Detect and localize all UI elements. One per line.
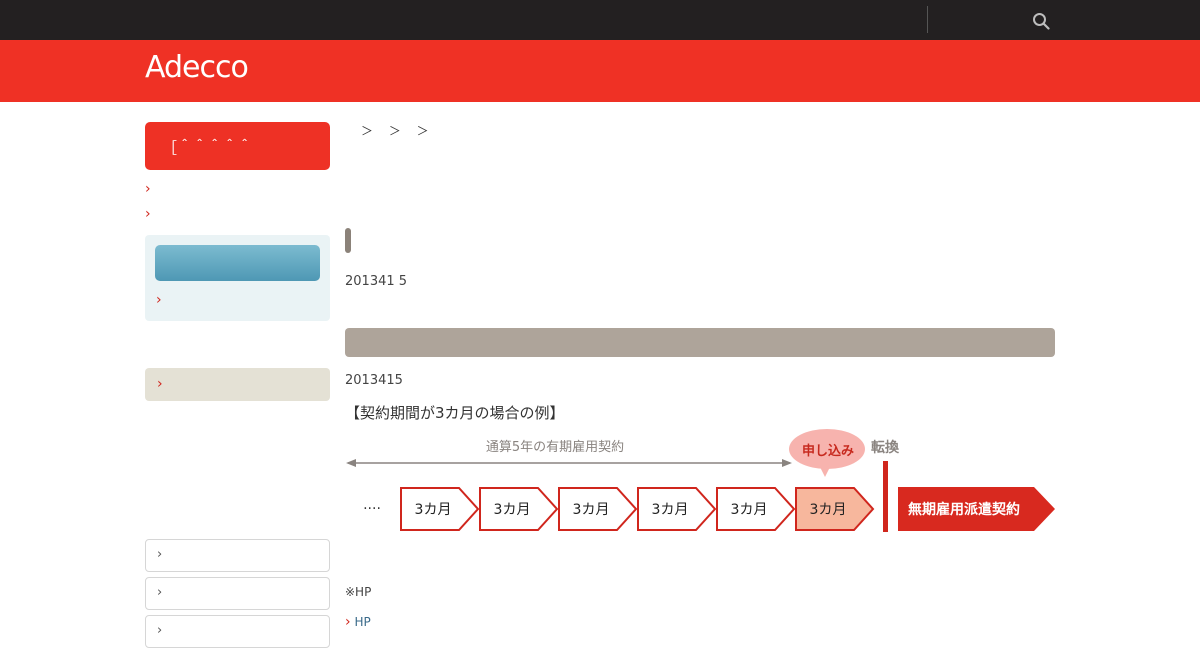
result-label: 無期雇用派遣契約: [908, 501, 1020, 518]
hp-link-label[interactable]: HP: [354, 615, 370, 629]
sidebar-link-1[interactable]: ›: [145, 181, 330, 201]
heading-accent-bar: [345, 228, 351, 253]
chevron-right-icon: ›: [157, 376, 163, 392]
chevron-right-icon: ›: [345, 614, 351, 630]
conversion-divider: [883, 461, 888, 532]
arrow-right-icon: [782, 459, 792, 467]
sidebar-beige-item[interactable]: ›: [145, 368, 330, 401]
section-heading-bar: [345, 328, 1055, 357]
apply-label: 申し込み: [802, 443, 854, 459]
hp-link[interactable]: › HP: [345, 614, 371, 630]
sidebar-link-2[interactable]: ›: [145, 206, 330, 226]
sidebar-box-2[interactable]: ›: [145, 577, 330, 610]
period-label: 3カ月: [652, 502, 689, 518]
arrow-left-icon: [346, 459, 356, 467]
chevron-right-icon: ›: [145, 181, 151, 197]
period-label: 3カ月: [415, 502, 452, 518]
adecco-logo[interactable]: Adecco: [145, 50, 249, 85]
bubble-tail: [820, 467, 830, 477]
search-icon[interactable]: [1032, 12, 1050, 30]
period-label: 3カ月: [494, 502, 531, 518]
sidebar-box-3[interactable]: ›: [145, 615, 330, 648]
date-text-1: 201341 5: [345, 274, 408, 289]
sidebar-panel-link[interactable]: ›: [156, 292, 162, 308]
top-bar: [0, 0, 1200, 40]
sidebar-blue-button[interactable]: [155, 245, 320, 281]
date-text-2: 2013415: [345, 373, 403, 388]
span-label: 通算5年の有期雇用契約: [486, 439, 624, 455]
period-label: 3カ月: [573, 502, 610, 518]
period-label: 3カ月: [731, 502, 768, 518]
topbar-divider: [927, 6, 928, 33]
note-text: ※HP: [345, 585, 372, 599]
period-boxes: 3カ月 3カ月 3カ月 3カ月 3カ月 3カ月: [400, 487, 875, 531]
sidebar-title[interactable]: ［＾＾＾＾＾: [145, 122, 330, 170]
chevron-right-icon: ›: [157, 547, 163, 562]
chevron-right-icon: ›: [156, 292, 162, 308]
chevron-right-icon: ›: [157, 585, 163, 600]
sidebar-panel: ›: [145, 235, 330, 321]
breadcrumb[interactable]: ＞ ＞ ＞: [361, 122, 435, 139]
contract-diagram: 通算5年の有期雇用契約 申し込み 転換 ···· 3カ月 3カ月 3カ月 3カ月 3カ月…: [346, 429, 1055, 532]
convert-label: 転換: [871, 439, 900, 456]
sidebar-box-1[interactable]: ›: [145, 539, 330, 572]
diagram-title: 【契約期間が3カ月の場合の例】: [345, 404, 565, 422]
period-label: 3カ月: [810, 502, 847, 518]
chevron-right-icon: ›: [145, 206, 151, 222]
chevron-right-icon: ›: [157, 623, 163, 638]
ellipsis: ····: [363, 501, 381, 517]
